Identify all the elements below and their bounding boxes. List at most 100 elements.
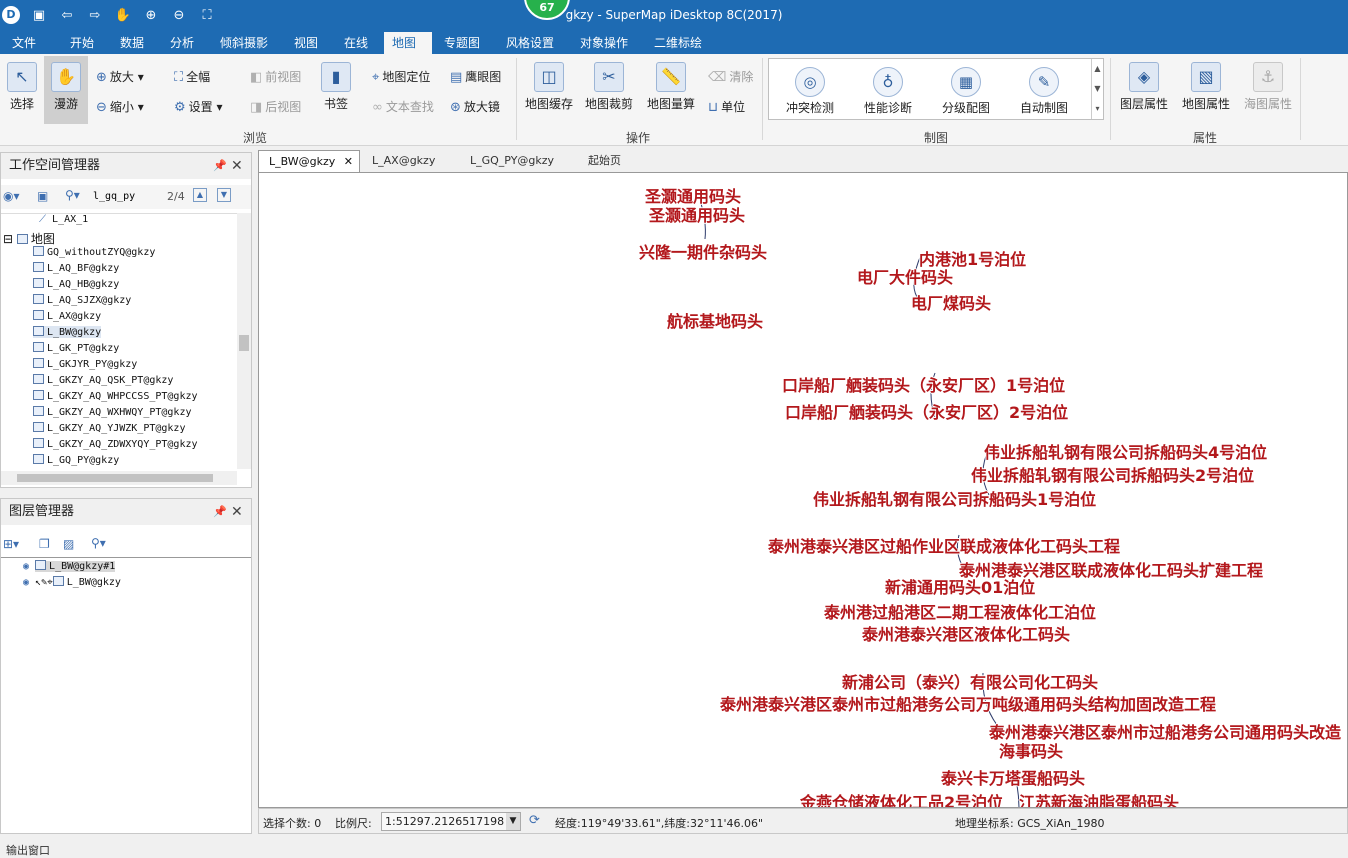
layer-props-button[interactable]: ◈ 图层属性: [1116, 56, 1172, 112]
map-props-button[interactable]: ▧ 地图属性: [1178, 56, 1234, 112]
layer-group-icon[interactable]: ❐: [39, 537, 50, 551]
visible-eye-icon[interactable]: ◉: [23, 577, 35, 588]
tree-item[interactable]: L_GKZY_AQ_WHPCCSS_PT@gkzy: [33, 390, 198, 402]
tree-item[interactable]: ⟋ L_AX_1: [39, 214, 88, 225]
workspace-refresh-icon[interactable]: ▣: [37, 189, 48, 203]
menu-start[interactable]: 开始: [62, 32, 102, 54]
chart-props-label: 海图属性: [1243, 97, 1292, 111]
menu-analysis[interactable]: 分析: [162, 32, 202, 54]
search-icon[interactable]: ⚲▾: [65, 188, 80, 202]
map-measure-button[interactable]: 📏 地图量算: [642, 56, 700, 112]
map-window[interactable]: 圣灏通用码头 圣灏通用码头 兴隆一期件杂码头 内港池1号泊位 电厂大件码头 电厂…: [258, 172, 1348, 808]
collapse-icon[interactable]: ⊟: [3, 232, 17, 246]
menu-data[interactable]: 数据: [112, 32, 152, 54]
scroll-thumb[interactable]: [17, 474, 213, 482]
hand-icon: ✋: [51, 62, 81, 92]
tree-item[interactable]: L_AX@gkzy: [33, 310, 101, 322]
scale-value: 1:51297.2126517198: [385, 815, 505, 828]
chevron-down-icon[interactable]: ▼: [506, 813, 520, 830]
tree-item[interactable]: L_GK_PT@gkzy: [33, 342, 119, 354]
menu-style[interactable]: 风格设置: [498, 32, 562, 54]
layer-search-input[interactable]: [119, 535, 219, 555]
tree-item[interactable]: L_AQ_HB@gkzy: [33, 278, 119, 290]
search-prev-button[interactable]: ▲: [193, 188, 207, 202]
menu-view[interactable]: 视图: [286, 32, 326, 54]
close-icon[interactable]: ✕: [231, 499, 243, 525]
tab-l-ax[interactable]: L_AX@gkzy: [362, 150, 445, 172]
tree-item[interactable]: L_AQ_BF@gkzy: [33, 262, 119, 274]
group-browse-label: 浏览: [243, 131, 268, 145]
visible-eye-icon[interactable]: ◉: [23, 561, 35, 572]
layer-item[interactable]: ◉ ↖✎⌖ L_BW@gkzy: [23, 576, 121, 588]
full-extent-button[interactable]: ⛶ 全幅: [174, 68, 210, 85]
workspace-toolbar: ◉▾ ▣ ⚲▾ 2/4 ▲ ▼: [1, 185, 251, 209]
add-layer-icon[interactable]: ⊞▾: [3, 537, 19, 551]
tree-item[interactable]: L_AQ_SJZX@gkzy: [33, 294, 131, 306]
graded-map-icon: ▦: [951, 67, 981, 97]
tab-start-page[interactable]: 起始页: [578, 150, 631, 172]
refresh-icon[interactable]: ⟳: [529, 813, 540, 828]
tree-item[interactable]: L_GKZY_AQ_ZDWXYQY_PT@gkzy: [33, 438, 198, 450]
search-next-button[interactable]: ▼: [217, 188, 231, 202]
chart-props-button[interactable]: ⚓ 海图属性: [1240, 56, 1296, 112]
pin-icon[interactable]: 📌: [213, 499, 227, 525]
scale-combobox[interactable]: 1:51297.2126517198 ▼: [381, 812, 521, 831]
settings-label: 设置: [188, 100, 213, 114]
gallery-scroll[interactable]: ▲ ▼ ▾: [1091, 59, 1103, 119]
map-label: 江苏新海油脂蛋船码头: [1019, 793, 1180, 808]
settings-button[interactable]: ⚙ 设置 ▾: [174, 98, 223, 115]
tree-item[interactable]: L_GQ_PY@gkzy: [33, 454, 119, 466]
tab-l-bw[interactable]: L_BW@gkzy ✕: [258, 150, 360, 172]
tree-item[interactable]: L_GKZY_AQ_QSK_PT@gkzy: [33, 374, 173, 386]
tree-item-maps[interactable]: ⊟ 地图: [3, 230, 55, 247]
conflict-check-button[interactable]: ◎ 冲突检测: [771, 59, 849, 116]
close-icon[interactable]: ✕: [231, 153, 243, 179]
tree-item-selected[interactable]: L_BW@gkzy: [33, 326, 102, 338]
select-button[interactable]: ↖ 选择: [4, 56, 40, 112]
auto-mapping-button[interactable]: ✎ 自动制图: [1005, 59, 1083, 116]
text-find-button[interactable]: ∞ 文本查找: [372, 98, 434, 115]
next-view-button[interactable]: ◨ 后视图: [250, 98, 301, 115]
menu-plotting[interactable]: 二维标绘: [646, 32, 710, 54]
prev-view-button[interactable]: ◧ 前视图: [250, 68, 301, 85]
scroll-thumb[interactable]: [239, 335, 249, 351]
map-locate-button[interactable]: ⌖ 地图定位: [372, 68, 430, 85]
zoom-in-label: 放大: [109, 70, 134, 84]
tree-item[interactable]: GQ_withoutZYQ@gkzy: [33, 246, 155, 258]
close-icon[interactable]: ✕: [344, 151, 353, 173]
tab-l-gq-py[interactable]: L_GQ_PY@gkzy: [460, 150, 564, 172]
eagle-eye-button[interactable]: ▤ 鹰眼图: [450, 68, 501, 85]
menu-map[interactable]: 地图: [384, 32, 432, 54]
menu-file[interactable]: 文件: [4, 32, 44, 54]
map-clip-button[interactable]: ✂ 地图裁剪: [582, 56, 636, 112]
pin-icon[interactable]: 📌: [213, 153, 227, 179]
tree-item[interactable]: L_GKZY_AQ_WXHWQY_PT@gkzy: [33, 406, 192, 418]
pan-button[interactable]: ✋ 漫游: [44, 56, 88, 124]
menu-thematic[interactable]: 专题图: [436, 32, 488, 54]
layer-item[interactable]: ◉ L_BW@gkzy#1: [23, 560, 116, 572]
perf-diag-button[interactable]: ♁ 性能诊断: [849, 59, 927, 116]
output-window-tab[interactable]: 输出窗口: [6, 842, 50, 858]
map-cache-button[interactable]: ◫ 地图缓存: [522, 56, 576, 112]
menu-oblique[interactable]: 倾斜摄影: [212, 32, 276, 54]
graded-color-button[interactable]: ▦ 分级配图: [927, 59, 1005, 116]
layer-image-icon[interactable]: ▨: [63, 537, 74, 551]
map-clip-icon: ✂: [594, 62, 624, 92]
search-input[interactable]: [93, 188, 163, 204]
map-label: 电厂煤码头: [911, 294, 992, 313]
menu-object-ops[interactable]: 对象操作: [572, 32, 636, 54]
zoom-in-button[interactable]: ⊕ 放大 ▾: [96, 68, 144, 85]
bookmark-button[interactable]: ▮ 书签: [318, 56, 354, 112]
workspace-view-icon[interactable]: ◉▾: [3, 189, 20, 203]
zoom-out-button[interactable]: ⊖ 缩小 ▾: [96, 98, 144, 115]
unit-button[interactable]: ⊔ 单位: [708, 98, 745, 115]
clear-button[interactable]: ⌫ 清除: [708, 68, 753, 85]
map-icon: [33, 454, 44, 464]
tree-horizontal-scrollbar[interactable]: [1, 471, 237, 485]
magnifier-button[interactable]: ⊛ 放大镜: [450, 98, 500, 115]
tree-item[interactable]: L_GKJYR_PY@gkzy: [33, 358, 137, 370]
search-icon[interactable]: ⚲▾: [91, 536, 106, 550]
tree-vertical-scrollbar[interactable]: [237, 213, 251, 469]
tree-item[interactable]: L_GKZY_AQ_YJWZK_PT@gkzy: [33, 422, 185, 434]
menu-online[interactable]: 在线: [336, 32, 376, 54]
